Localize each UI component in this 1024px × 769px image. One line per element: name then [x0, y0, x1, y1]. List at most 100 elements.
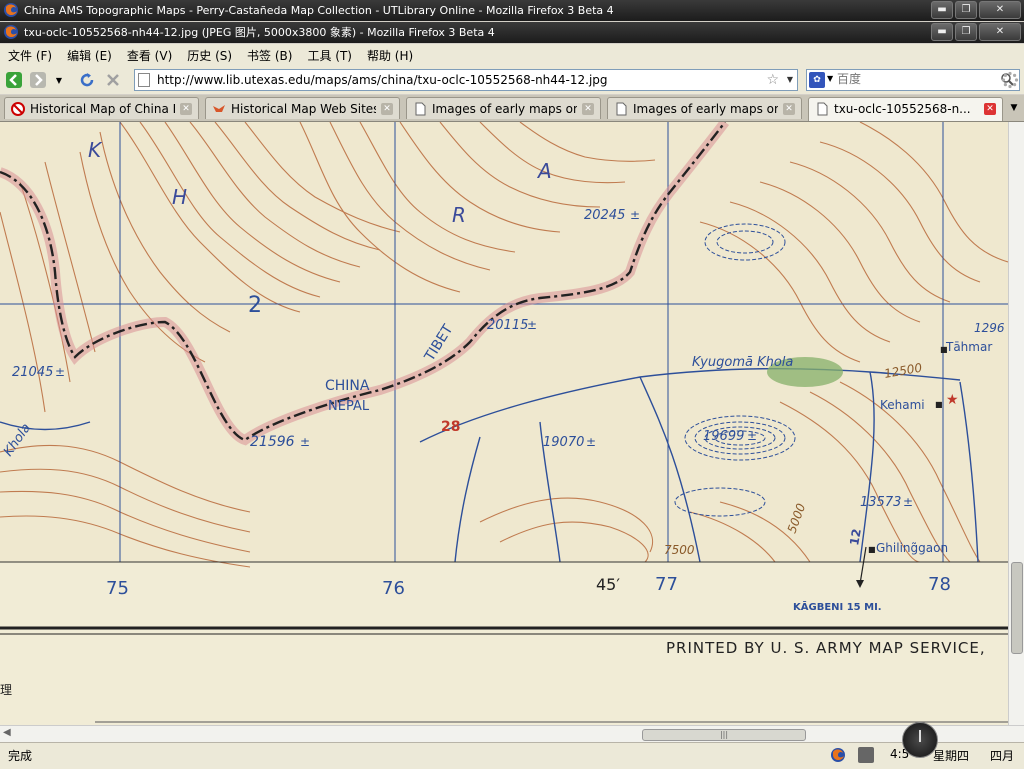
tab-txu-oclc-image[interactable]: txu-oclc-10552568-n... ✕: [808, 97, 1003, 121]
close-button[interactable]: ✕: [979, 23, 1021, 41]
scroll-left-arrow-icon[interactable]: ◀: [3, 727, 11, 738]
menu-bar: 文件 (F) 编辑 (E) 查看 (V) 历史 (S) 书签 (B) 工具 (T…: [0, 44, 1024, 66]
topographic-map: K H R A 2 CHINA NEPAL TIBET 20245 ± 2011…: [0, 122, 1008, 725]
tab-label: Historical Map of China Fr...: [30, 102, 175, 116]
window-title: txu-oclc-10552568-nh44-12.jpg (JPEG 图片, …: [24, 26, 495, 39]
close-tab-icon[interactable]: ✕: [180, 103, 192, 115]
chevron-down-icon[interactable]: ▼: [827, 74, 833, 83]
village-label: Tāhmar: [945, 340, 992, 354]
elevation-marker: ±: [55, 365, 65, 379]
vertical-scroll-thumb[interactable]: [1011, 562, 1023, 654]
country-label-nepal: NEPAL: [328, 399, 370, 414]
window-titlebar[interactable]: txu-oclc-10552568-nh44-12.jpg (JPEG 图片, …: [0, 22, 1024, 43]
range-letter: A: [536, 159, 552, 183]
menu-edit[interactable]: 编辑 (E): [59, 47, 119, 64]
menu-tools[interactable]: 工具 (T): [299, 47, 359, 64]
tab-list-button[interactable]: ▼: [1006, 99, 1022, 117]
range-letter: K: [88, 138, 103, 162]
maximize-button[interactable]: ❐: [955, 23, 977, 41]
page-icon: [616, 102, 627, 116]
back-arrow-icon: [6, 72, 22, 88]
margin-text: 理: [0, 683, 12, 697]
close-tab-icon[interactable]: ✕: [984, 103, 996, 115]
minimize-button[interactable]: ▬: [931, 1, 953, 19]
grid-edge-number: 76: [382, 578, 405, 599]
menu-bookmarks[interactable]: 书签 (B): [239, 47, 299, 64]
horizontal-scroll-thumb[interactable]: |||: [642, 729, 806, 741]
address-url: http://www.lib.utexas.edu/maps/ams/china…: [157, 73, 608, 87]
elevation-marker: ±: [747, 429, 757, 443]
background-window-controls: ▬ ❐ ✕: [931, 1, 1021, 19]
status-text: 完成: [8, 749, 33, 763]
route-marker-number: 28: [441, 419, 460, 435]
vertical-scrollbar[interactable]: [1008, 122, 1024, 725]
power-overlay-button[interactable]: [902, 722, 938, 758]
map-image-viewport[interactable]: K H R A 2 CHINA NEPAL TIBET 20245 ± 2011…: [0, 122, 1008, 725]
firefox-icon: [4, 3, 18, 17]
range-letter: R: [452, 203, 466, 227]
elevation-marker: ±: [586, 435, 596, 449]
elevation-label: 21596: [250, 434, 295, 450]
chevron-down-icon: ▼: [55, 75, 63, 85]
addon-status-icon[interactable]: [858, 747, 874, 763]
forward-arrow-icon: [30, 72, 46, 88]
stop-icon: [107, 74, 119, 86]
history-dropdown-button[interactable]: ▼: [52, 69, 66, 91]
close-tab-icon[interactable]: ✕: [783, 103, 795, 115]
firefox-icon: [4, 25, 18, 39]
search-bar[interactable]: ✿ ▼: [806, 69, 1020, 91]
tab-label: Historical Map Web Sites...: [231, 102, 376, 116]
elevation-label: 20115: [487, 318, 528, 333]
grid-zone-number: 2: [248, 293, 262, 318]
address-bar[interactable]: http://www.lib.utexas.edu/maps/ams/china…: [134, 69, 798, 91]
village-star-icon: ★: [946, 392, 959, 408]
horizontal-scrollbar[interactable]: ◀ |||: [0, 725, 1024, 742]
longitude-minutes: 45′: [596, 575, 620, 594]
village-dot-icon: ■: [868, 545, 876, 554]
tab-historical-map-china[interactable]: Historical Map of China Fr... ✕: [4, 97, 199, 119]
page-icon: [817, 102, 828, 116]
bookmark-star-icon[interactable]: ☆: [766, 70, 779, 90]
background-window-titlebar[interactable]: China AMS Topographic Maps - Perry-Casta…: [0, 0, 1024, 21]
stop-button[interactable]: [102, 69, 124, 91]
elevation-label: 19699: [703, 429, 744, 444]
clock-month: 四月: [990, 749, 1015, 763]
grid-edge-number: 77: [655, 574, 678, 595]
tab-bar: Historical Map of China Fr... ✕ Historic…: [0, 95, 1024, 122]
country-label-china: CHINA: [325, 378, 370, 394]
close-tab-icon[interactable]: ✕: [381, 103, 393, 115]
clock-day: 星期四: [933, 749, 970, 763]
menu-file[interactable]: 文件 (F): [0, 47, 59, 64]
contour-label: 7500: [664, 543, 695, 557]
status-bar: 完成 4:5 星期四 四月: [0, 742, 1024, 769]
throbber-icon: [1001, 71, 1019, 89]
chevron-down-icon[interactable]: ▼: [787, 70, 793, 90]
forward-button[interactable]: [27, 69, 49, 91]
back-button[interactable]: [3, 69, 25, 91]
elevation-label: 1296: [974, 321, 1005, 335]
tab-images-early-maps-1[interactable]: Images of early maps on... ✕: [406, 97, 601, 119]
menu-view[interactable]: 查看 (V): [119, 47, 179, 64]
page-icon: [415, 102, 426, 116]
search-input[interactable]: [837, 72, 997, 86]
village-dot-icon: ■: [935, 400, 943, 409]
firefox-status-icon[interactable]: [830, 747, 846, 763]
range-letter: H: [172, 185, 187, 209]
maximize-button[interactable]: ❐: [955, 1, 977, 19]
elevation-label: 21045: [12, 365, 53, 380]
search-engine-icon[interactable]: ✿: [809, 72, 825, 88]
menu-help[interactable]: 帮助 (H): [359, 47, 420, 64]
tab-historical-map-web-sites[interactable]: Historical Map Web Sites... ✕: [205, 97, 400, 119]
fox-site-icon: [213, 105, 225, 112]
navigation-toolbar: ▼ http://www.lib.utexas.edu/maps/ams/chi…: [0, 66, 1024, 94]
reload-button[interactable]: [76, 69, 98, 91]
grid-edge-number: 75: [106, 578, 129, 599]
menu-history[interactable]: 历史 (S): [179, 47, 239, 64]
chevron-down-icon: ▼: [1010, 103, 1018, 113]
close-tab-icon[interactable]: ✕: [582, 103, 594, 115]
close-button[interactable]: ✕: [979, 1, 1021, 19]
elevation-marker: ±: [630, 208, 640, 222]
elevation-label: 13573: [860, 495, 901, 510]
tab-images-early-maps-2[interactable]: Images of early maps on... ✕: [607, 97, 802, 119]
minimize-button[interactable]: ▬: [931, 23, 953, 41]
